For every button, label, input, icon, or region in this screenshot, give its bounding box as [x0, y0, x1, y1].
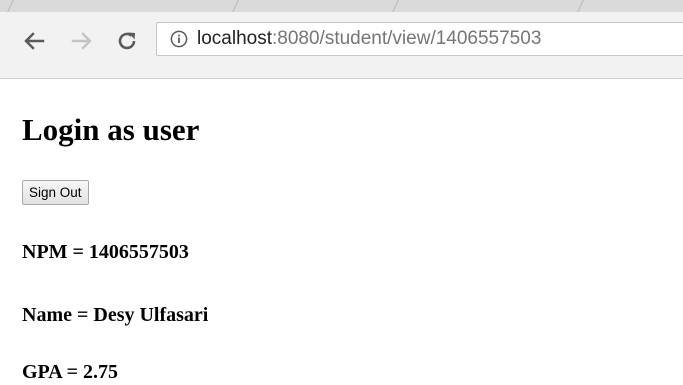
reload-icon [116, 30, 138, 52]
gpa-text: GPA = 2.75 [22, 361, 119, 383]
tab-strip [0, 0, 683, 12]
name-text: Name = Desy Ulfasari [22, 304, 209, 326]
tab-edge [7, 0, 28, 12]
browser-toolbar: localhost:8080/student/view/1406557503 [0, 0, 683, 79]
info-icon[interactable] [170, 30, 188, 48]
npm-text: NPM = 1406557503 [22, 241, 189, 263]
back-arrow-icon [23, 30, 45, 52]
url-path: :8080/student/view/1406557503 [272, 28, 542, 49]
back-button[interactable] [19, 26, 49, 56]
forward-button[interactable] [67, 26, 97, 56]
tab-edge [577, 0, 598, 12]
sign-out-button[interactable]: Sign Out [22, 180, 89, 205]
address-bar[interactable]: localhost:8080/student/view/1406557503 [156, 22, 683, 56]
forward-arrow-icon [71, 30, 93, 52]
url-text[interactable]: localhost:8080/student/view/1406557503 [197, 28, 541, 50]
tab-edge [232, 0, 253, 12]
page-content: Login as user Sign Out NPM = 1406557503 … [0, 79, 683, 385]
page-title: Login as user [22, 112, 200, 147]
tab-edge [392, 0, 413, 12]
reload-button[interactable] [112, 26, 142, 56]
url-host: localhost [197, 28, 272, 49]
